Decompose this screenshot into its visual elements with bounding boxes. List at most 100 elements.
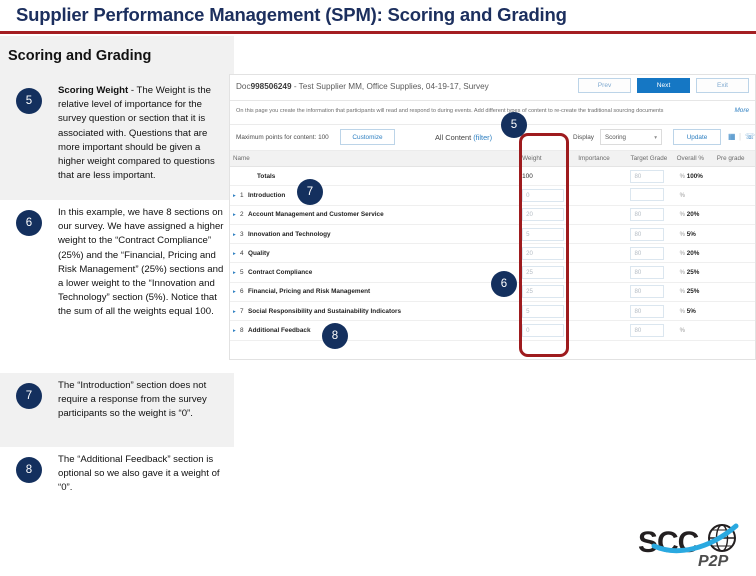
doc-suffix: - Test Supplier MM, Office Supplies, 04-… (291, 82, 489, 91)
section-name: Financial, Pricing and Risk Management (248, 288, 371, 296)
col-header-overall-pct[interactable]: Overall % (673, 151, 714, 167)
svg-text:P2P: P2P (698, 553, 729, 568)
list-item: 6 In this example, we have 8 sections on… (0, 200, 234, 373)
row-target-grade[interactable]: 80 (627, 224, 674, 245)
row-target-grade[interactable] (627, 185, 674, 206)
expand-caret-icon[interactable]: ▸ (233, 212, 240, 218)
expand-caret-icon[interactable]: ▸ (233, 193, 240, 199)
list-item-text: In this example, we have 8 sections on o… (58, 206, 234, 367)
participants-icon[interactable]: ☏ (745, 132, 755, 141)
row-target-grade[interactable]: 80 (627, 243, 674, 264)
max-points-value: 100 (318, 134, 329, 141)
badge-cell: 7 (0, 379, 58, 441)
expand-caret-icon[interactable]: ▸ (233, 309, 240, 315)
row-importance (575, 205, 628, 225)
row-overall-pct: % 25% (673, 262, 714, 283)
filter-link[interactable]: (filter) (473, 133, 492, 142)
exit-button[interactable]: Exit (696, 78, 749, 93)
section-heading-panel: Scoring and Grading (0, 36, 234, 78)
row-overall-pct: % (673, 185, 714, 206)
more-link[interactable]: More (734, 107, 749, 114)
row-number: 6 (240, 288, 244, 296)
display-select[interactable]: Scoring ▾ (600, 129, 662, 145)
row-name[interactable]: ▸ 2 Account Management and Customer Servic… (230, 205, 520, 225)
list-item-body: The “Additional Feedback” section is opt… (58, 454, 220, 494)
row-number: 8 (240, 327, 244, 335)
totals-name: Totals (230, 166, 520, 187)
callout-badge-5: 5 (501, 112, 527, 138)
badge-cell: 6 (0, 206, 58, 367)
page-title: Supplier Performance Management (SPM): S… (16, 4, 567, 25)
row-number: 5 (240, 269, 244, 277)
row-overall-pct: % 5% (673, 301, 714, 322)
row-target-grade[interactable]: 80 (627, 301, 674, 322)
expand-caret-icon[interactable]: ▸ (233, 232, 240, 238)
table-row[interactable]: ▸ 2 Account Management and Customer Servic… (230, 205, 755, 225)
row-name[interactable]: ▸ 4 Quality (230, 243, 520, 264)
row-name[interactable]: ▸ 8 Additional Feedback (230, 320, 520, 341)
list-item-lead: Scoring Weight (58, 85, 129, 96)
table-row[interactable]: ▸ 4 Quality 20 80% 20% (230, 243, 755, 264)
row-overall-pct: % 20% (673, 243, 714, 264)
row-target-grade[interactable]: 80 (627, 205, 674, 225)
prev-button[interactable]: Prev (578, 78, 631, 93)
row-name[interactable]: ▸ 3 Innovation and Technology (230, 224, 520, 245)
row-pre-grade (713, 224, 755, 245)
row-target-grade[interactable]: 80 (627, 320, 674, 341)
section-name: Contract Compliance (248, 269, 313, 277)
section-name: Innovation and Technology (248, 230, 331, 238)
row-importance (575, 282, 628, 303)
row-name[interactable]: ▸ 6 Financial, Pricing and Risk Management (230, 282, 520, 303)
row-number: 1 (240, 191, 244, 199)
row-pre-grade (713, 185, 755, 206)
row-pre-grade (713, 282, 755, 303)
totals-target-grade: 80 (627, 166, 674, 187)
all-content-filter[interactable]: All Content (filter) (435, 133, 492, 142)
expand-caret-icon[interactable]: ▸ (233, 289, 240, 295)
table-row[interactable]: ▸ 3 Innovation and Technology 5 80% 5% (230, 224, 755, 245)
row-number: 3 (240, 230, 244, 238)
row-importance (575, 243, 628, 264)
expand-caret-icon[interactable]: ▸ (233, 270, 240, 276)
row-overall-pct: % 5% (673, 224, 714, 245)
slide-canvas: Supplier Performance Management (SPM): S… (0, 0, 756, 576)
title-divider (0, 31, 756, 34)
row-target-grade[interactable]: 80 (627, 282, 674, 303)
row-target-grade[interactable]: 80 (627, 262, 674, 283)
section-name: Quality (248, 249, 270, 257)
row-pre-grade (713, 205, 755, 225)
list-item-text: The “Additional Feedback” section is opt… (58, 453, 234, 507)
list-item-body: - The Weight is the relative level of im… (58, 85, 215, 182)
totals-overall-pct: % 100% (673, 166, 714, 187)
step-badge: 8 (16, 457, 42, 483)
step-badge: 7 (16, 383, 42, 409)
toolbar-divider: | (739, 132, 742, 141)
customize-button[interactable]: Customize (340, 129, 395, 145)
document-title: Doc998506249 - Test Supplier MM, Office … (236, 82, 489, 91)
table-row[interactable]: ▸ 8 Additional Feedback 0 80% (230, 320, 755, 341)
grid-view-icon[interactable]: ▦ (728, 132, 736, 141)
col-header-name[interactable]: Name (230, 151, 520, 167)
col-header-target-grade[interactable]: Target Grade (627, 151, 674, 167)
next-button[interactable]: Next (637, 78, 690, 93)
row-pre-grade (713, 243, 755, 264)
row-name[interactable]: ▸ 5 Contract Compliance (230, 262, 520, 283)
table-row[interactable]: ▸ 7 Social Responsibility and Sustainabili… (230, 301, 755, 322)
nav-button-group: Prev Next Exit (578, 78, 749, 93)
col-header-importance[interactable]: Importance (575, 151, 628, 167)
list-item-text: The “Introduction” section does not requ… (58, 379, 234, 441)
expand-caret-icon[interactable]: ▸ (233, 251, 240, 257)
step-badge: 6 (16, 210, 42, 236)
svg-text:SCC: SCC (638, 526, 699, 559)
row-name[interactable]: ▸ 7 Social Responsibility and Sustainabili… (230, 301, 520, 322)
section-name: Social Responsibility and Sustainability… (248, 307, 402, 315)
col-header-pre-grade[interactable]: Pre grade (713, 151, 755, 167)
list-item-body: In this example, we have 8 sections on o… (58, 207, 224, 318)
totals-pre-grade (713, 166, 755, 187)
section-name: Additional Feedback (248, 327, 311, 335)
row-name[interactable]: ▸ 1 Introduction (230, 185, 520, 206)
row-importance (575, 185, 628, 206)
callout-badge-8: 8 (322, 323, 348, 349)
expand-caret-icon[interactable]: ▸ (233, 328, 240, 334)
update-button[interactable]: Update (673, 129, 721, 145)
